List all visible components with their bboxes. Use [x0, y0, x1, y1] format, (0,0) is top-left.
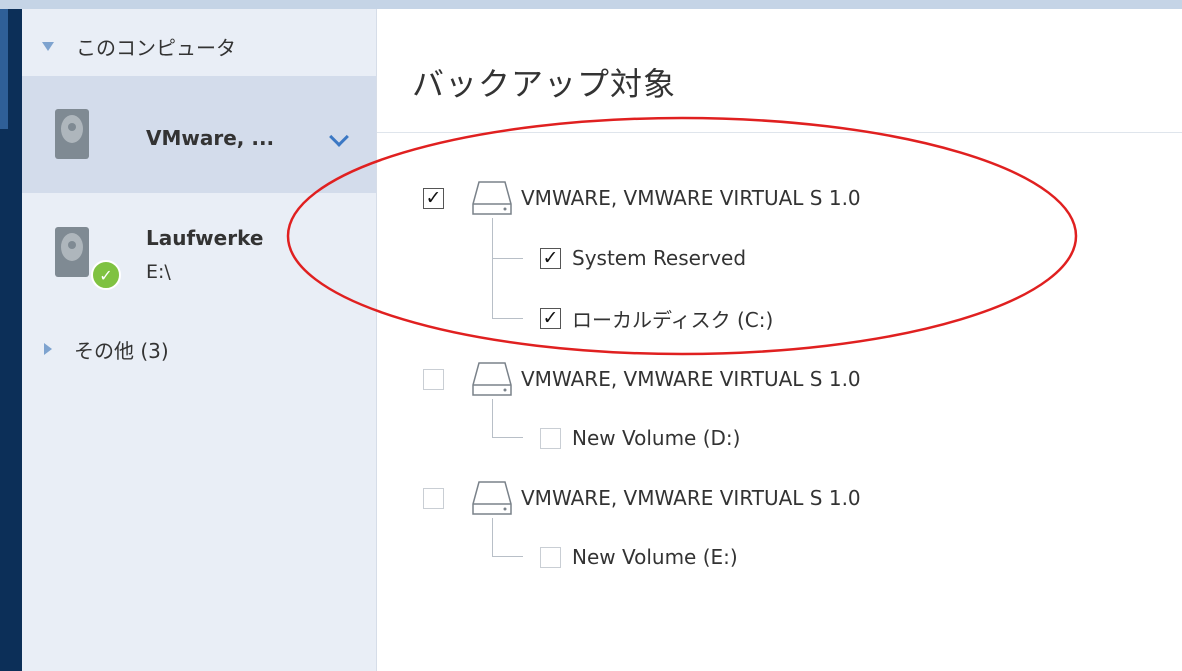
- highlight-ellipse: [286, 116, 1078, 356]
